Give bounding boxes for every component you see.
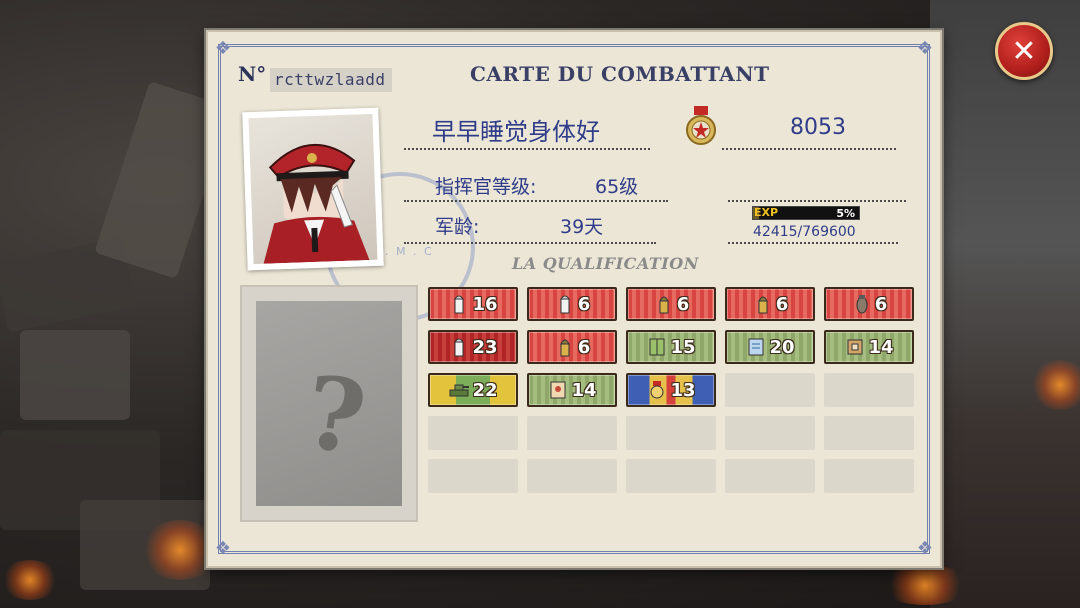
badge-count: 20: [769, 336, 795, 358]
badge-count: 6: [775, 293, 789, 315]
service-underline: [404, 242, 656, 244]
empty-badge-slot: [824, 373, 914, 407]
question-mark-icon: ?: [298, 352, 373, 478]
background-fire-bottom: [880, 565, 970, 605]
empty-badge-slot: [824, 459, 914, 493]
qualification-badge[interactable]: 20: [725, 330, 815, 364]
badge-count: 6: [577, 293, 591, 315]
badge-count: 6: [577, 336, 591, 358]
shell-icon: [653, 293, 675, 315]
locked-slot[interactable]: ?: [240, 285, 418, 522]
portrait-icon: [547, 379, 569, 401]
number-label: N°: [238, 62, 267, 86]
shell-icon: [752, 293, 774, 315]
qualification-badge[interactable]: 6: [527, 287, 617, 321]
corner-ornament-bl: ❖: [214, 538, 232, 559]
commander-portrait[interactable]: [242, 107, 384, 271]
qualification-title: LA QUALIFICATION: [512, 254, 699, 273]
exp-label: EXP: [754, 206, 779, 219]
qualification-badge[interactable]: 22: [428, 373, 518, 407]
service-age-label: 军龄:: [435, 216, 480, 238]
medal-icon: [646, 379, 668, 401]
corner-ornament-br: ❖: [916, 538, 934, 559]
badge-count: 16: [472, 293, 498, 315]
commander-score: 8053: [790, 115, 846, 140]
badge-count: 22: [472, 379, 498, 401]
corner-ornament-tr: ❖: [916, 38, 934, 59]
empty-badge-slot: [626, 416, 716, 450]
exp-percent: 5%: [836, 207, 855, 220]
service-age-value: 39天: [560, 216, 604, 238]
qualification-badge[interactable]: 14: [527, 373, 617, 407]
qualification-badge[interactable]: 6: [626, 287, 716, 321]
badge-count: 6: [676, 293, 690, 315]
empty-badge-slot: [527, 416, 617, 450]
badge-count: 15: [670, 336, 696, 358]
empty-badge-slot: [725, 459, 815, 493]
empty-badge-slot: [725, 373, 815, 407]
qualification-badge[interactable]: 13: [626, 373, 716, 407]
close-icon: ✕: [1011, 33, 1037, 69]
ammo-icon: [448, 293, 470, 315]
qualification-badge[interactable]: 6: [527, 330, 617, 364]
map-icon: [745, 336, 767, 358]
level-underline: [404, 200, 668, 202]
qualification-badge[interactable]: 23: [428, 330, 518, 364]
background-battlefield-right: [930, 0, 1080, 608]
ammo-icon: [448, 336, 470, 358]
qualification-badge[interactable]: 15: [626, 330, 716, 364]
empty-badge-slot: [428, 416, 518, 450]
empty-badge-slot: [725, 416, 815, 450]
commander-name: 早早睡觉身体好: [432, 118, 600, 146]
officer-avatar-icon: [263, 143, 370, 264]
badge-count: 14: [571, 379, 597, 401]
commander-level-label: 指挥官等级:: [435, 176, 537, 198]
badge-count: 6: [874, 293, 888, 315]
qualification-badge[interactable]: 14: [824, 330, 914, 364]
corner-ornament-tl: ❖: [214, 38, 232, 59]
score-underline: [722, 148, 896, 150]
exp-progress: 42415/769600: [753, 224, 856, 240]
card-title: CARTE DU COMBATTANT: [470, 62, 770, 86]
empty-badge-slot: [428, 459, 518, 493]
empty-badge-slot: [824, 416, 914, 450]
player-id[interactable]: rcttwzlaadd: [270, 68, 392, 92]
empty-badge-slot: [626, 459, 716, 493]
qualification-badge[interactable]: 16: [428, 287, 518, 321]
bomb-icon: [851, 293, 873, 315]
exp-underline: [728, 242, 898, 244]
badge-count: 23: [472, 336, 498, 358]
badge-count: 13: [670, 379, 696, 401]
qualification-badge[interactable]: 6: [725, 287, 815, 321]
name-underline: [404, 148, 650, 150]
tank-icon: [448, 379, 470, 401]
crate-icon: [844, 336, 866, 358]
empty-badge-slot: [527, 459, 617, 493]
close-button[interactable]: ✕: [995, 22, 1053, 80]
commander-level-value: 65级: [595, 176, 639, 198]
exp-top-underline: [728, 200, 906, 202]
book-icon: [646, 336, 668, 358]
ammo-icon: [554, 293, 576, 315]
shell-icon: [554, 336, 576, 358]
qualification-badge[interactable]: 6: [824, 287, 914, 321]
badge-count: 14: [868, 336, 894, 358]
medal-icon: [685, 106, 717, 148]
